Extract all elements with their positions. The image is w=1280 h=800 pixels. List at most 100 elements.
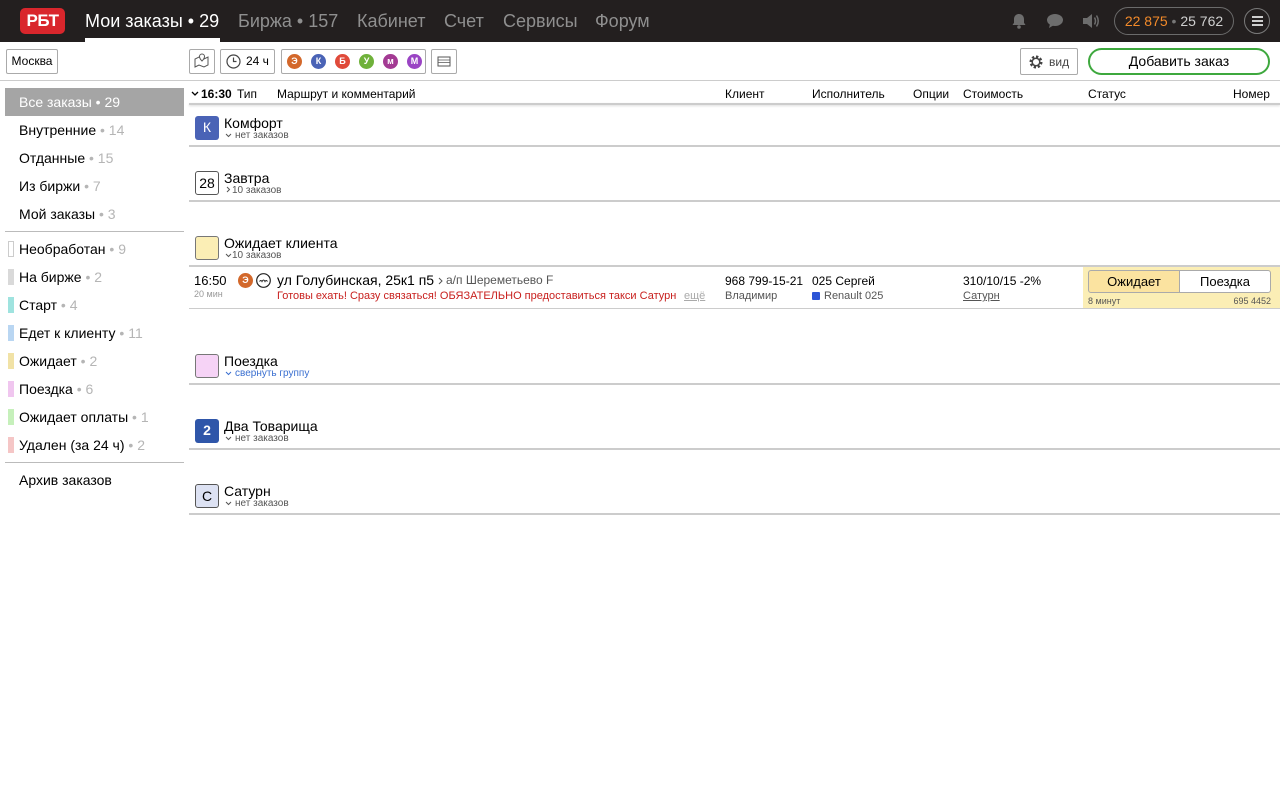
column-header-number[interactable]: Номер xyxy=(1233,87,1270,101)
filter-universal-icon[interactable]: У xyxy=(359,54,374,69)
group-subtitle[interactable]: 10 заказов xyxy=(232,250,281,261)
group-title[interactable]: Поездка xyxy=(224,353,278,369)
sidebar-item-count: • 2 xyxy=(124,437,145,453)
group-title[interactable]: Сатурн xyxy=(224,483,271,499)
group-divider xyxy=(189,513,1280,515)
sidebar-item-count: • 2 xyxy=(76,353,98,369)
group-title[interactable]: Два Товарища xyxy=(224,418,318,434)
filter-minibus-icon[interactable]: М xyxy=(407,54,422,69)
filter-minivan-icon[interactable]: м xyxy=(383,54,398,69)
filter-business-icon[interactable]: Б xyxy=(335,54,350,69)
order-status-cell: Ожидает Поездка 8 минут 695 4452 xyxy=(1083,267,1280,309)
chevron-down-icon xyxy=(225,133,232,138)
chevron-down-icon xyxy=(225,501,232,506)
sidebar-item-from-exchange[interactable]: Из биржи • 7 xyxy=(5,172,184,200)
sidebar-item-start[interactable]: Старт • 4 xyxy=(5,291,184,319)
nav-exchange[interactable]: Биржа • 157 xyxy=(238,0,338,42)
status-trip-button[interactable]: Поездка xyxy=(1179,270,1271,293)
view-settings-button[interactable]: вид xyxy=(1020,48,1078,75)
order-partner-link[interactable]: Сатурн xyxy=(963,290,1000,302)
sidebar-item-internal[interactable]: Внутренние • 14 xyxy=(5,116,184,144)
nav-my-orders[interactable]: Мои заказы • 29 xyxy=(85,0,219,42)
logo[interactable]: РБТ xyxy=(20,8,65,34)
sidebar-item-label: Едет к клиенту xyxy=(19,325,116,341)
status-wait-time: 8 минут xyxy=(1088,296,1121,306)
order-comment-more-link[interactable]: ещё xyxy=(684,290,705,302)
filter-comfort-icon[interactable]: К xyxy=(311,54,326,69)
sidebar-item-unprocessed[interactable]: Необработан • 9 xyxy=(5,235,184,263)
filter-econom-icon[interactable]: Э xyxy=(287,54,302,69)
group-divider xyxy=(189,145,1280,147)
sidebar-item-count: • 6 xyxy=(72,381,94,397)
list-view-button[interactable] xyxy=(431,49,457,74)
list-icon xyxy=(437,56,451,67)
column-header-type[interactable]: Тип xyxy=(237,87,257,101)
nav-forum[interactable]: Форум xyxy=(595,0,650,42)
column-header-time[interactable]: 16:30 xyxy=(201,87,232,101)
sidebar-item-on-exchange[interactable]: На бирже • 2 xyxy=(5,263,184,291)
sidebar-item-label: Мой заказы xyxy=(19,206,96,222)
column-header-route[interactable]: Маршрут и комментарий xyxy=(277,87,416,101)
time-range-button[interactable]: 24 ч xyxy=(220,49,275,74)
sidebar-item-all-orders[interactable]: Все заказы • 29 xyxy=(5,88,184,116)
sidebar-item-count: • 14 xyxy=(96,122,125,138)
group-divider xyxy=(189,200,1280,202)
sidebar-item-archive[interactable]: Архив заказов xyxy=(5,466,184,494)
nav-services[interactable]: Сервисы xyxy=(503,0,578,42)
column-header-executor[interactable]: Исполнитель xyxy=(812,87,885,101)
sidebar-item-awaiting-payment[interactable]: Ожидает оплаты • 1 xyxy=(5,403,184,431)
group-waiting-icon xyxy=(195,236,219,260)
group-divider xyxy=(189,448,1280,450)
collapse-group-link[interactable]: свернуть группу xyxy=(235,368,309,379)
row-divider xyxy=(189,308,1280,309)
status-waiting-button[interactable]: Ожидает xyxy=(1088,270,1180,293)
sidebar-item-count: • 7 xyxy=(80,178,101,194)
speaker-icon[interactable] xyxy=(1081,11,1101,31)
order-client-phone[interactable]: 968 799-15-21 xyxy=(725,274,803,288)
sidebar-item-label: Ожидает xyxy=(19,353,77,369)
group-title[interactable]: Завтра xyxy=(224,170,269,186)
nav-account[interactable]: Счет xyxy=(444,0,484,42)
time-range-label: 24 ч xyxy=(246,54,269,68)
map-button[interactable] xyxy=(189,49,215,74)
sidebar-item-count: • 15 xyxy=(85,150,114,166)
order-address-to[interactable]: а/п Шереметьево F xyxy=(446,273,553,287)
group-title[interactable]: Комфорт xyxy=(224,115,283,131)
column-header-status[interactable]: Статус xyxy=(1088,87,1126,101)
chat-icon[interactable] xyxy=(1045,11,1065,31)
column-header-client[interactable]: Клиент xyxy=(725,87,765,101)
order-number: 695 4452 xyxy=(1233,296,1271,306)
group-tomorrow-icon: 28 xyxy=(195,171,219,195)
bell-icon[interactable] xyxy=(1009,11,1029,31)
sidebar-item-label: Внутренние xyxy=(19,122,97,138)
toolbar-divider xyxy=(0,80,1280,81)
order-executor-name[interactable]: 025 Сергей xyxy=(812,274,875,288)
sidebar-item-count: • 3 xyxy=(95,206,116,222)
column-header-cost[interactable]: Стоимость xyxy=(963,87,1023,101)
sidebar-item-given[interactable]: Отданные • 15 xyxy=(5,144,184,172)
group-subtitle[interactable]: нет заказов xyxy=(235,130,289,141)
group-subtitle[interactable]: нет заказов xyxy=(235,433,289,444)
group-trip-icon xyxy=(195,354,219,378)
chevron-down-icon[interactable] xyxy=(191,91,199,97)
sidebar-item-deleted[interactable]: Удален (за 24 ч) • 2 xyxy=(5,431,184,459)
sidebar-item-count: • 9 xyxy=(105,241,127,257)
group-subtitle[interactable]: нет заказов xyxy=(235,498,289,509)
sidebar-item-trip[interactable]: Поездка • 6 xyxy=(5,375,184,403)
sidebar-item-label: Поездка xyxy=(19,381,73,397)
balance-indicator[interactable]: 22 875 • 25 762 xyxy=(1114,7,1234,35)
column-header-options[interactable]: Опции xyxy=(913,87,949,101)
order-address-from[interactable]: ул Голубинская, 25к1 п5 xyxy=(277,272,434,288)
sidebar-item-label: Удален (за 24 ч) xyxy=(19,437,125,453)
city-selector[interactable]: Москва xyxy=(6,49,58,74)
group-subtitle[interactable]: 10 заказов xyxy=(232,185,281,196)
chevron-right-icon xyxy=(226,186,231,193)
group-title[interactable]: Ожидает клиента xyxy=(224,235,337,251)
sidebar-item-waiting[interactable]: Ожидает • 2 xyxy=(5,347,184,375)
nav-cabinet[interactable]: Кабинет xyxy=(357,0,425,42)
sidebar-item-driving-to-client[interactable]: Едет к клиенту • 11 xyxy=(5,319,184,347)
sidebar-divider xyxy=(5,462,184,463)
menu-icon[interactable] xyxy=(1244,8,1270,34)
sidebar-item-my-orders[interactable]: Мой заказы • 3 xyxy=(5,200,184,228)
add-order-button[interactable]: Добавить заказ xyxy=(1088,48,1270,75)
